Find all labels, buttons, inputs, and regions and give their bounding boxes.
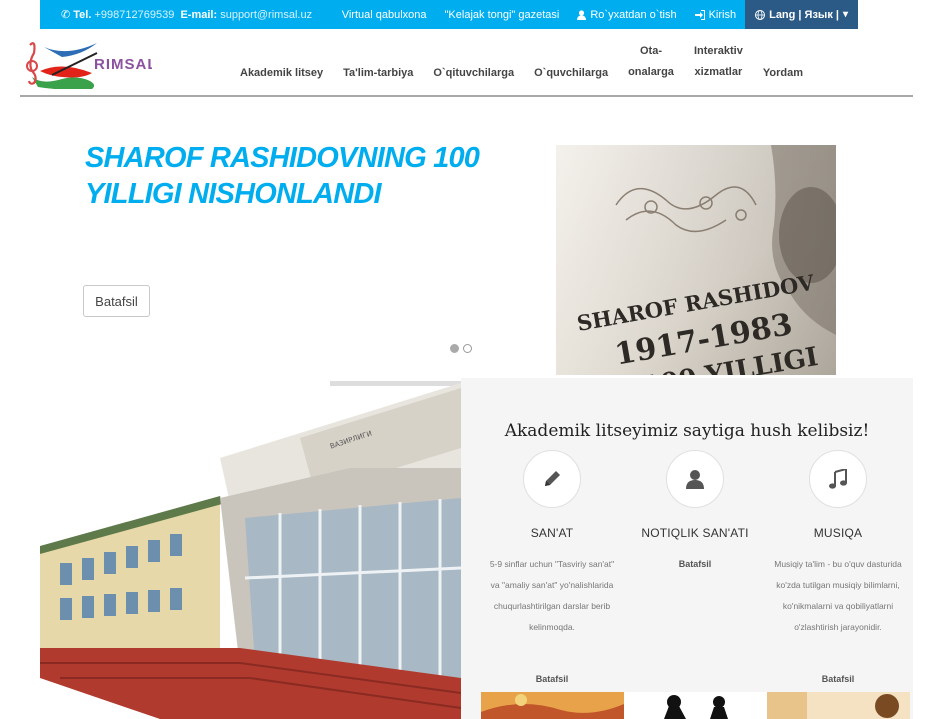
caret-down-icon: ▾ [842,9,848,20]
oratory-thumbnail[interactable] [624,692,767,719]
login-link[interactable]: Kirish [686,9,746,21]
feature-music-desc: Musiqiy ta'lim - bu o'quv dasturida ko'z… [774,559,902,632]
tel-value[interactable]: +998712769539 [94,9,174,21]
feature-music-circle[interactable] [809,450,867,508]
music-icon [829,469,847,489]
tel-label: Tel. [73,9,92,21]
pencil-icon [545,471,560,486]
site-header: RIMSAL Akademik litsey Ta'lim-tarbiya O`… [20,29,913,97]
feature-music-more[interactable]: Batafsil [768,674,908,684]
feature-art-title: SAN'AT [530,526,574,540]
newspaper-link[interactable]: "Kelajak tongi" gazetasi [436,9,569,21]
language-dropdown[interactable]: Lang | Язык | ▾ [745,0,858,29]
art-thumbnail[interactable] [481,692,624,719]
svg-text:RIMSAL: RIMSAL [94,56,152,73]
top-links: Virtual qabulxona "Kelajak tongi" gazeta… [333,0,858,29]
feature-oratory-more[interactable]: Batafsil [625,554,765,575]
school-building-image: ВАЗИРЛИГИ [40,378,461,719]
user-icon [686,470,704,489]
nav-teachers[interactable]: O`qituvchilarga [423,63,524,84]
feature-oratory: NOTIQLIK SAN'ATI Batafsil [625,450,765,575]
phone-icon: ✆ [61,9,71,21]
feature-art-more[interactable]: Batafsil [482,674,622,684]
hero-image: SHAROF RASHIDOV 1917-1983 100 YILLIGI [556,145,836,375]
email-label: E-mail: [180,9,218,21]
feature-art-desc: 5-9 sinflar uchun "Tasviriy san'at" va "… [489,559,615,632]
contact-info: ✆ Tel. +998712769539 E-mail: support@rim… [61,8,312,21]
feature-music: MUSIQA Musiqiy ta'lim - bu o'quv dasturi… [768,450,908,638]
hero-more-button[interactable]: Batafsil [83,285,150,317]
register-link[interactable]: Ro`yxatdan o`tish [568,9,685,21]
hero-title: SHAROF RASHIDOVNING 100 YILLIGI NISHONLA… [85,142,480,210]
virtual-reception-link[interactable]: Virtual qabulxona [333,9,436,21]
slider-dot-1[interactable] [450,344,459,353]
main-nav: Akademik litsey Ta'lim-tarbiya O`qituvch… [230,29,813,95]
nav-interactive-services[interactable]: Interaktiv xizmatlar [684,41,753,83]
sign-in-icon [694,9,705,20]
welcome-title: Akademik litseyimiz saytiga hush kelibsi… [504,421,870,441]
email-value[interactable]: support@rimsal.uz [220,9,312,21]
nav-akademik-litsey[interactable]: Akademik litsey [230,63,333,84]
globe-icon [755,9,766,20]
feature-oratory-title: NOTIQLIK SAN'ATI [641,526,749,540]
nav-students[interactable]: O`quvchilarga [524,63,618,84]
feature-music-title: MUSIQA [813,526,863,540]
feature-art-circle[interactable] [523,450,581,508]
slider-dots [450,344,472,353]
welcome-section: Akademik litseyimiz saytiga hush kelibsi… [461,378,913,719]
nav-help[interactable]: Yordam [753,63,813,84]
feature-art: SAN'AT 5-9 sinflar uchun "Tasviriy san'a… [482,450,622,638]
nav-parents[interactable]: Ota-onalarga [618,41,684,83]
nav-talim-tarbiya[interactable]: Ta'lim-tarbiya [333,63,423,84]
feature-oratory-circle[interactable] [666,450,724,508]
slider-dot-2[interactable] [463,344,472,353]
rimsal-logo[interactable]: RIMSAL [22,35,157,90]
music-thumbnail[interactable] [767,692,910,719]
user-icon [577,9,587,20]
top-bar: ✆ Tel. +998712769539 E-mail: support@rim… [40,0,858,29]
